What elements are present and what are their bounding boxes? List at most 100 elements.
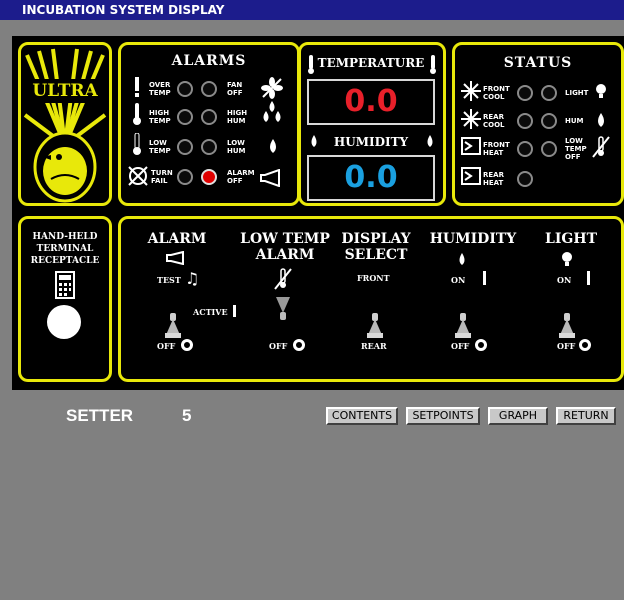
humidity-drop-right-icon	[427, 135, 433, 147]
status-hum-led	[541, 113, 557, 129]
alarm-low-hum-led	[201, 139, 217, 155]
terminal-label: HAND-HELD TERMINAL RECEPTACLE	[30, 232, 100, 266]
alarm-toggle-switch[interactable]	[163, 313, 183, 339]
humidity-control-drop-icon	[459, 253, 465, 265]
horn-icon	[260, 169, 280, 187]
exclamation-thermometer-icon	[135, 77, 139, 97]
status-light-led	[541, 85, 557, 101]
status-light-label: LIGHT	[565, 89, 589, 97]
status-front-heat-label: FRONT HEAT	[483, 141, 510, 157]
alarm-high-hum-led	[201, 109, 217, 125]
alarm-low-temp-led	[177, 139, 193, 155]
status-low-temp-off-label: LOW TEMP OFF	[565, 137, 587, 161]
front-heat-icon	[461, 137, 481, 155]
alarm-test-label: TEST	[157, 275, 181, 285]
rear-cool-snowflake-icon	[461, 109, 481, 129]
light-off-indicator	[579, 339, 591, 351]
low-temp-alarm-off-indicator	[293, 339, 305, 351]
display-select-front-label: FRONT	[357, 273, 390, 283]
low-temp-off-icon	[592, 136, 610, 158]
status-rear-heat-led	[517, 171, 533, 187]
low-temp-alarm-off-label: OFF	[269, 341, 288, 351]
music-note-icon: ♫	[185, 269, 200, 288]
alarm-high-temp-led	[177, 109, 193, 125]
alarms-title: ALARMS	[171, 53, 247, 69]
status-front-heat-led	[517, 141, 533, 157]
display-select-rear-label: REAR	[361, 341, 387, 351]
control-panel: ULTRA ALARMS OVER TEMP FAN OFF HIGH TEMP…	[12, 36, 624, 390]
status-rear-heat-label: REAR HEAT	[483, 171, 504, 187]
status-front-cool-label: FRONT COOL	[483, 85, 510, 101]
light-toggle-switch[interactable]	[557, 313, 577, 339]
display-select-toggle-switch[interactable]	[365, 313, 385, 339]
light-control-bulb-icon	[562, 252, 572, 266]
alarms-panel: ALARMS OVER TEMP FAN OFF HIGH TEMP HIGH …	[118, 42, 300, 206]
terminal-receptacle[interactable]	[47, 305, 81, 339]
light-on-label: ON	[557, 275, 572, 285]
alarm-horn-icon	[166, 251, 184, 265]
low-temp-alarm-toggle-switch[interactable]	[273, 295, 293, 321]
low-temp-alarm-icon	[274, 268, 292, 290]
setter-number: 5	[182, 406, 192, 425]
setter-label: SETTER	[66, 406, 134, 425]
status-hum-label: HUM	[565, 117, 584, 125]
controls-panel: ALARM TEST ♫ ACTIVE OFF LOW TEMP ALARM O…	[118, 216, 624, 382]
humidity-off-label: OFF	[451, 341, 470, 351]
alarm-off-label: OFF	[157, 341, 176, 351]
return-button[interactable]: RETURN	[556, 407, 616, 425]
humidity-on-label: ON	[451, 275, 466, 285]
alarm-high-hum-label: HIGH HUM	[227, 109, 248, 125]
low-temp-thermometer-icon	[133, 133, 141, 155]
turn-fail-icon	[128, 166, 148, 186]
graph-button[interactable]: GRAPH	[488, 407, 548, 425]
light-control-title: LIGHT	[545, 231, 597, 247]
alarm-low-hum-label: LOW HUM	[227, 139, 246, 155]
logo-text: ULTRA	[32, 81, 98, 101]
humidity-on-indicator	[483, 271, 486, 285]
light-on-indicator	[587, 271, 590, 285]
setpoints-button[interactable]: SETPOINTS	[406, 407, 480, 425]
readout-panel: TEMPERATURE 0.0 HUMIDITY 0.0	[298, 42, 446, 206]
alarm-over-temp-led	[177, 81, 193, 97]
sunburst-logo-icon	[23, 48, 107, 203]
alarm-turn-fail-label: TURN FAIL	[151, 169, 173, 185]
status-panel: STATUS FRONT COOL LIGHT REAR COOL HUM FR…	[452, 42, 624, 206]
alarm-off-led	[201, 169, 217, 185]
high-temp-thermometer-icon	[133, 103, 141, 125]
temperature-display: 0.0	[307, 79, 435, 125]
high-humidity-drops-icon	[263, 101, 281, 122]
humidity-label: HUMIDITY	[333, 135, 409, 149]
humidity-control-title: HUMIDITY	[429, 231, 517, 247]
rear-heat-icon	[461, 167, 481, 185]
light-off-label: OFF	[557, 341, 576, 351]
temperature-thermometer-right-icon	[430, 55, 436, 74]
status-front-cool-led	[517, 85, 533, 101]
status-rear-cool-led	[517, 113, 533, 129]
temperature-thermometer-left-icon	[308, 55, 314, 74]
status-rear-cool-label: REAR COOL	[483, 113, 505, 129]
low-humidity-drop-icon	[270, 139, 276, 153]
light-bulb-icon	[596, 84, 606, 98]
alarm-over-temp-label: OVER TEMP	[149, 81, 171, 97]
alarm-high-temp-label: HIGH TEMP	[149, 109, 171, 125]
alarm-off-indicator	[181, 339, 193, 351]
fan-off-icon	[261, 77, 283, 99]
alarm-low-temp-label: LOW TEMP	[149, 139, 171, 155]
calculator-icon	[55, 271, 75, 299]
terminal-panel: HAND-HELD TERMINAL RECEPTACLE	[18, 216, 112, 382]
alarm-fan-off-led	[201, 81, 217, 97]
logo-panel: ULTRA	[18, 42, 112, 206]
contents-button[interactable]: CONTENTS	[326, 407, 398, 425]
alarm-turn-fail-led	[177, 169, 193, 185]
alarm-fan-off-label: FAN OFF	[227, 81, 243, 97]
front-cool-snowflake-icon	[461, 81, 481, 101]
humidity-off-indicator	[475, 339, 487, 351]
alarm-active-label: ACTIVE	[193, 307, 228, 317]
humidity-display: 0.0	[307, 155, 435, 201]
alarm-off-label: ALARM OFF	[227, 169, 255, 185]
humidity-status-drop-icon	[598, 113, 604, 127]
low-temp-alarm-title: LOW TEMP ALARM	[240, 231, 330, 263]
humidity-toggle-switch[interactable]	[453, 313, 473, 339]
status-title: STATUS	[503, 55, 573, 71]
humidity-drop-left-icon	[311, 135, 317, 147]
